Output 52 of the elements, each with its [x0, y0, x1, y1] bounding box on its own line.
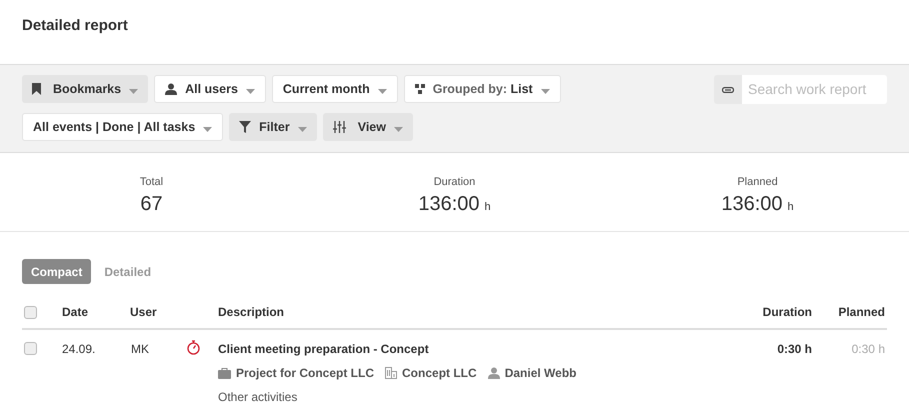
- caret-icon: [203, 126, 212, 132]
- page-title: Detailed report: [22, 16, 129, 36]
- planned-cell: 0:30 h: [852, 342, 885, 356]
- bookmark-icon: [32, 83, 41, 95]
- stat-value: 67: [140, 192, 163, 216]
- toolbar-button[interactable]: Filter: [229, 113, 317, 141]
- caret-icon: [246, 88, 255, 94]
- stopwatch-icon: [187, 340, 200, 355]
- person-name: Daniel Webb: [504, 365, 576, 382]
- column-header: User: [130, 304, 158, 321]
- stat-value: 136:00: [721, 192, 783, 216]
- date-cell-text: 24.09.: [62, 341, 96, 358]
- stat-label: Duration: [434, 175, 476, 190]
- link-button[interactable]: [714, 75, 742, 104]
- toolbar-button[interactable]: All events | Done | All tasks: [22, 113, 224, 141]
- toolbar-button[interactable]: Bookmarks: [22, 75, 148, 103]
- filter-icon: [239, 121, 252, 133]
- column-header: Planned: [837, 304, 886, 321]
- column-header: Description: [218, 304, 286, 321]
- building-icon: [385, 367, 398, 379]
- stat-label: Planned: [737, 175, 778, 190]
- user-cell: MK: [131, 342, 149, 356]
- stat-unit: h: [788, 200, 794, 214]
- caret-icon: [394, 126, 403, 132]
- caret-icon: [540, 88, 550, 94]
- toolbar-button[interactable]: Current month: [272, 75, 398, 103]
- task-title: Client meeting preparation - Concept: [218, 341, 430, 358]
- user-icon: [165, 83, 178, 95]
- checkbox[interactable]: [24, 306, 37, 318]
- column-header: Duration: [762, 304, 812, 321]
- caret-icon: [129, 88, 138, 94]
- sliders-icon: [332, 121, 346, 133]
- project-name: Project for Concept LLC: [236, 365, 374, 382]
- toolbar-button[interactable]: All users: [154, 75, 266, 103]
- activity-type: Other activities: [218, 389, 298, 403]
- search-field[interactable]: Search work report: [742, 75, 887, 104]
- view-tab[interactable]: Compact: [22, 259, 92, 284]
- duration-cell: 0:30 h: [777, 342, 812, 356]
- stat-label: Total: [140, 175, 164, 190]
- toolbar-button[interactable]: Grouped by: List: [404, 75, 561, 103]
- stat-value: 136:00: [418, 192, 480, 216]
- company-name: Concept LLC: [402, 365, 477, 382]
- briefcase-icon: [218, 368, 231, 378]
- toolbar-button[interactable]: View: [322, 113, 413, 141]
- caret-icon: [378, 88, 387, 94]
- stat-unit: h: [484, 200, 491, 214]
- checkbox[interactable]: [24, 342, 37, 355]
- column-header: Date: [62, 304, 90, 321]
- caret-icon: [298, 126, 307, 132]
- user-icon: [488, 367, 500, 379]
- group-icon: [414, 84, 425, 94]
- link-icon: [722, 86, 734, 92]
